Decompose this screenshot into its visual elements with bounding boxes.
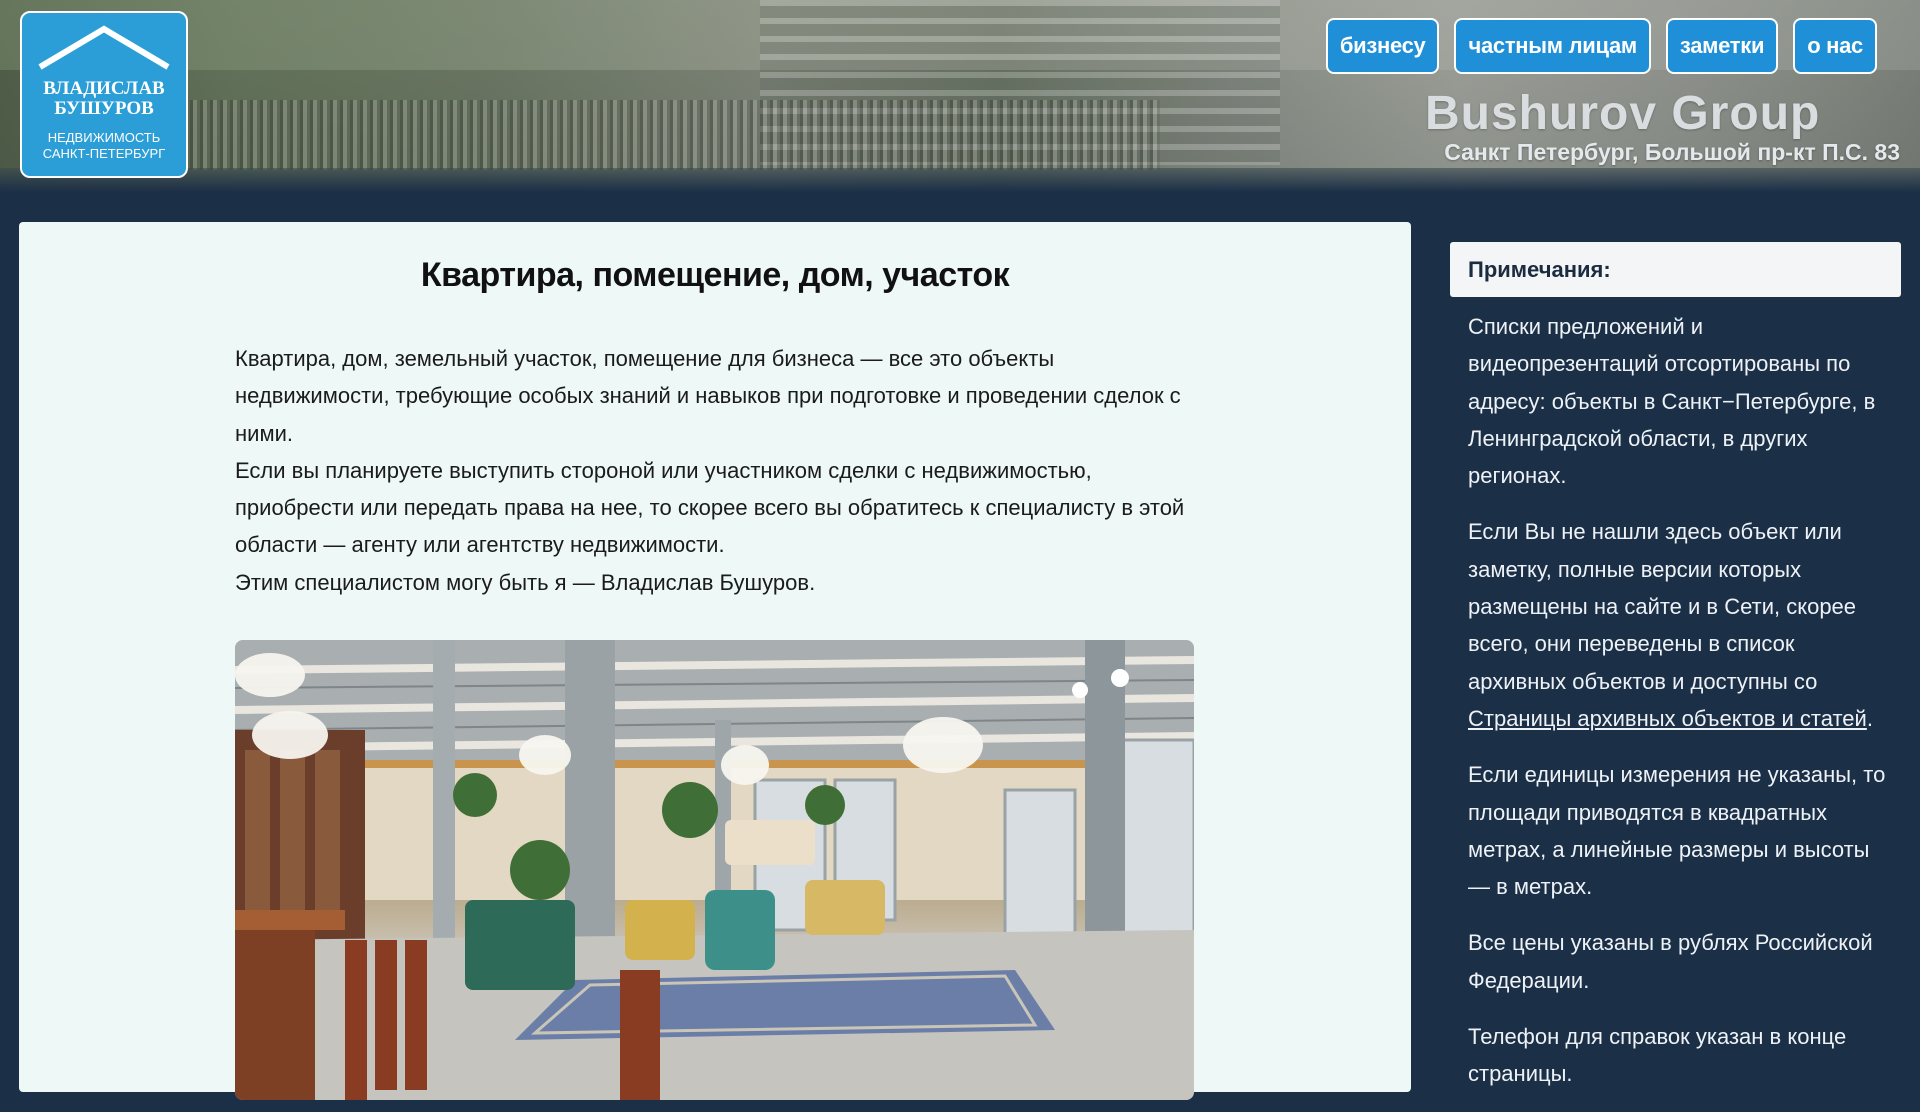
- nav-about-button[interactable]: о нас: [1793, 18, 1877, 74]
- note-sorting: Списки предложений и видеопрезентаций от…: [1468, 314, 1876, 489]
- main-content: Квартира, помещение, дом, участок Кварти…: [19, 222, 1411, 1100]
- top-nav: бизнесу частным лицам заметки о нас: [1325, 18, 1877, 74]
- archive-page-link[interactable]: Страницы архивных объектов и статей: [1468, 706, 1867, 731]
- brand-name: Bushurov Group: [1425, 87, 1821, 140]
- notes-list: Списки предложений и видеопрезентаций от…: [1468, 308, 1888, 1112]
- logo-tagline: НЕДВИЖИМОСТЬ САНКТ-ПЕТЕРБУРГ: [22, 130, 186, 162]
- intro-text: Квартира, дом, земельный участок, помеще…: [235, 340, 1200, 601]
- note-archive-text: Если Вы не нашли здесь объект или заметк…: [1468, 519, 1857, 694]
- note-archive: Если Вы не нашли здесь объект или заметк…: [1468, 513, 1888, 737]
- site-header: ВЛАДИСЛАВ БУШУРОВ НЕДВИЖИМОСТЬ САНКТ-ПЕТ…: [0, 0, 1920, 192]
- logo-name: ВЛАДИСЛАВ БУШУРОВ: [22, 79, 186, 119]
- page-title: Квартира, помещение, дом, участок: [420, 256, 1010, 294]
- interior-photo-illustration: [235, 640, 1194, 1100]
- header-background-crowd: [160, 100, 1160, 170]
- logo-name-first: ВЛАДИСЛАВ: [43, 78, 165, 99]
- logo-tagline-line1: НЕДВИЖИМОСТЬ: [47, 130, 161, 145]
- intro-paragraph-2: Если вы планируете выступить стороной ил…: [235, 457, 1185, 558]
- note-phone: Телефон для справок указан в конце стран…: [1468, 1024, 1847, 1087]
- intro-paragraph-3: Этим специалистом могу быть я — Владисла…: [235, 569, 816, 595]
- interior-photo: [235, 640, 1194, 1100]
- logo-tagline-line2: САНКТ-ПЕТЕРБУРГ: [42, 146, 166, 161]
- nav-private-persons-button[interactable]: частным лицам: [1454, 18, 1651, 74]
- note-archive-suffix: .: [1866, 705, 1873, 731]
- intro-paragraph-1: Квартира, дом, земельный участок, помеще…: [235, 346, 1181, 446]
- site-logo[interactable]: ВЛАДИСЛАВ БУШУРОВ НЕДВИЖИМОСТЬ САНКТ-ПЕТ…: [20, 11, 188, 178]
- company-address: Санкт Петербург, Большой пр-кт П.С. 83: [1444, 139, 1900, 165]
- roof-icon: [38, 25, 170, 70]
- nav-notes-button[interactable]: заметки: [1665, 18, 1779, 74]
- note-units: Если единицы измерения не указаны, то пл…: [1468, 762, 1886, 900]
- logo-name-last: БУШУРОВ: [54, 98, 154, 119]
- note-currency: Все цены указаны в рублях Российской Фед…: [1468, 930, 1873, 993]
- header-bottom-shade: [0, 168, 1920, 192]
- notes-heading: Примечания:: [1450, 242, 1901, 297]
- nav-business-button[interactable]: бизнесу: [1325, 18, 1440, 74]
